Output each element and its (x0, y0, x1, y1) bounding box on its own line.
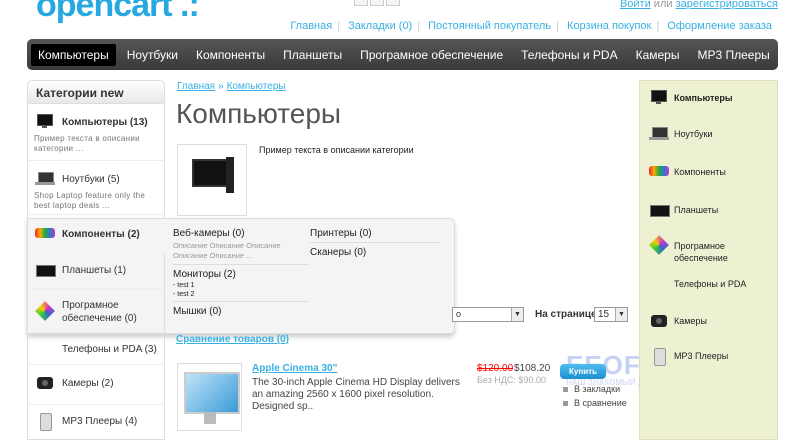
flyout-column-1: Веб-камеры (0) Описание Описание Описани… (173, 228, 309, 317)
checkout-link[interactable]: Оформление заказа (667, 20, 772, 32)
page-title: Компьютеры (176, 98, 342, 129)
register-link[interactable]: зарегистрироваться (676, 0, 778, 10)
sort-select[interactable]: o ▼ (452, 307, 524, 322)
menu-item-software[interactable]: Програмное обеспечение (353, 44, 510, 66)
category-item-software[interactable]: Програмное обеспечение (0) (28, 293, 164, 333)
flyout-sublink-test2[interactable]: - test 2 (173, 291, 309, 298)
breadcrumb-home[interactable]: Главная (177, 81, 215, 92)
currency-button[interactable] (370, 0, 384, 6)
right-category-software[interactable]: Програмное обеспечение (640, 237, 777, 264)
camera-icon (648, 312, 670, 330)
perpage-select[interactable]: 15 ▼ (594, 307, 628, 322)
mp3-player-icon (34, 412, 58, 431)
menu-item-tablets[interactable]: Планшеты (276, 44, 349, 66)
category-box-title: Категории new (28, 81, 164, 104)
login-link[interactable]: Войти (620, 0, 651, 10)
category-item-mp3[interactable]: MP3 Плееры (4) (28, 407, 164, 439)
add-to-wishlist[interactable]: В закладки (563, 384, 620, 394)
right-category-computers[interactable]: Компьютеры (640, 89, 777, 107)
right-category-components[interactable]: Компоненты (640, 163, 777, 181)
right-category-cameras[interactable]: Камеры (640, 312, 777, 330)
menu-item-components[interactable]: Компоненты (189, 44, 272, 66)
mp3-player-icon (648, 347, 670, 366)
category-image (177, 144, 247, 216)
menu-item-cameras[interactable]: Камеры (629, 44, 687, 66)
main-menu: Компьютеры Ноутбуки Компоненты Планшеты … (27, 39, 778, 70)
account-links: Войти или зарегистрироваться (619, 0, 778, 10)
perpage-label: На странице: (535, 309, 600, 320)
category-description: Пример текста в описании категории (259, 145, 414, 155)
flyout-link-webcams[interactable]: Веб-камеры (0) (173, 228, 309, 239)
cart-link[interactable]: Корзина покупок (567, 20, 651, 32)
home-link[interactable]: Главная (290, 20, 332, 32)
add-to-compare[interactable]: В сравнение (563, 398, 627, 408)
chevron-down-icon: ▼ (615, 308, 627, 321)
category-item-laptops[interactable]: Ноутбуки (5) Shop Laptop feature only th… (28, 165, 164, 215)
category-item-phones[interactable]: Телефоны и PDA (3) (28, 335, 164, 365)
product-description: The 30-inch Apple Cinema HD Display deli… (252, 377, 460, 412)
menu-item-phones[interactable]: Телефоны и PDA (514, 44, 624, 66)
laptop-icon (34, 170, 58, 188)
right-category-box: Компьютеры Ноутбуки Компоненты Планшеты … (639, 80, 778, 440)
software-icon (34, 303, 58, 321)
computer-icon (178, 145, 248, 217)
chevron-down-icon: ▼ (511, 308, 523, 321)
product-compare-link[interactable]: Сравнение товаров (0) (176, 334, 289, 345)
components-icon (648, 163, 670, 181)
monitor-icon (648, 89, 670, 107)
tablet-icon (648, 201, 670, 219)
flyout-link-monitors[interactable]: Мониторы (2) (173, 269, 309, 280)
laptop-icon (648, 125, 670, 143)
site-logo[interactable]: opencart .: (36, 0, 200, 25)
currency-button[interactable] (354, 0, 368, 6)
currency-button[interactable] (386, 0, 400, 6)
category-item-components[interactable]: Компоненты (2) (28, 225, 164, 249)
left-category-box-lower: Планшеты (1) Програмное обеспечение (0) … (27, 253, 165, 440)
tablet-icon (34, 261, 58, 279)
top-links: Главная | Закладки (0) | Постоянный покупа… (290, 20, 772, 32)
right-category-mp3[interactable]: MP3 Плееры (640, 347, 777, 366)
menu-item-mp3[interactable]: MP3 Плееры (690, 44, 776, 66)
bullet-icon (563, 386, 568, 392)
flyout-sublink-test1[interactable]: - test 1 (173, 282, 309, 289)
breadcrumb-current[interactable]: Компьютеры (227, 81, 286, 92)
camera-icon (34, 374, 58, 392)
right-category-laptops[interactable]: Ноутбуки (640, 125, 777, 143)
flyout-link-mice[interactable]: Мышки (0) (173, 306, 309, 317)
flyout-column-2: Принтеры (0) Сканеры (0) (310, 228, 440, 258)
flyout-link-printers[interactable]: Принтеры (0) (310, 228, 440, 239)
account-link[interactable]: Постоянный покупатель (428, 20, 551, 32)
monitor-icon (34, 113, 58, 131)
category-item-computers[interactable]: Компьютеры (13) Пример текста в описании… (28, 113, 164, 161)
breadcrumb: Главная» Компьютеры (177, 81, 286, 92)
software-icon (648, 237, 670, 255)
category-item-cameras[interactable]: Камеры (2) (28, 369, 164, 405)
product-name[interactable]: Apple Cinema 30" (252, 363, 337, 374)
category-item-tablets[interactable]: Планшеты (1) (28, 253, 164, 289)
wishlist-link[interactable]: Закладки (0) (348, 20, 412, 32)
flyout-link-scanners[interactable]: Сканеры (0) (310, 247, 440, 258)
display-icon (178, 364, 243, 432)
right-category-tablets[interactable]: Планшеты (640, 201, 777, 219)
product-image[interactable] (177, 363, 242, 431)
menu-item-computers[interactable]: Компьютеры (31, 43, 116, 66)
buy-button[interactable]: Купить (560, 364, 606, 379)
bullet-icon (563, 400, 568, 406)
menu-item-laptops[interactable]: Ноутбуки (120, 44, 185, 66)
right-category-phones[interactable]: Телефоны и PDA (640, 275, 777, 293)
components-icon (34, 225, 58, 243)
